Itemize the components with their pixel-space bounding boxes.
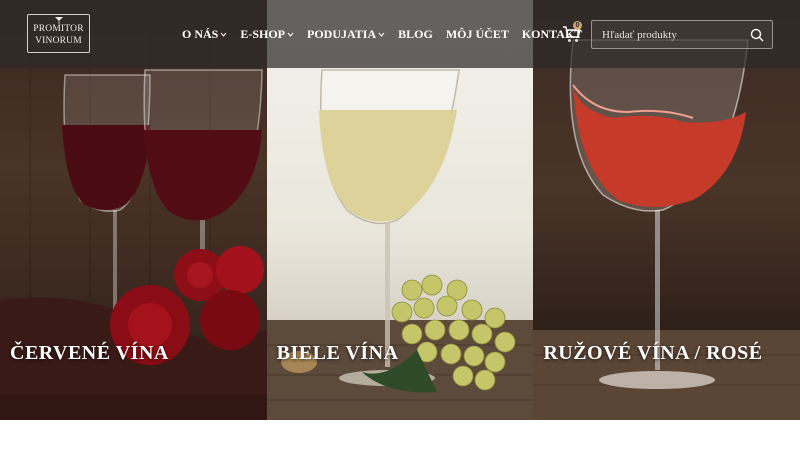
cart-button[interactable]: 0 — [562, 21, 582, 43]
nav-item-e-shop[interactable]: E-SHOP — [240, 27, 294, 42]
nav-label: PODUJATIA — [307, 26, 377, 41]
search-input[interactable] — [592, 21, 742, 48]
category-label-rose: RUŽOVÉ VÍNA / ROSÉ — [543, 342, 763, 364]
nav-item-o-nas[interactable]: O NÁS — [182, 27, 227, 42]
category-label-white: BIELE VÍNA — [276, 342, 399, 364]
nav-item-moj-ucet[interactable]: MÔJ ÚČET — [446, 27, 509, 42]
cart-count-badge: 0 — [573, 21, 582, 30]
nav-label: BLOG — [398, 26, 433, 41]
search-icon[interactable] — [750, 28, 764, 42]
wine-glass-icon — [55, 17, 63, 24]
logo-line-2: VINORUM — [35, 36, 82, 46]
nav-item-blog[interactable]: BLOG — [398, 27, 433, 42]
main-nav: O NÁS E-SHOP PODUJATIA BLOG MÔJ ÚČET KON… — [182, 0, 595, 68]
nav-label: E-SHOP — [240, 26, 286, 41]
site-header: PROMITOR VINORUM O NÁS E-SHOP PODUJATIA … — [0, 0, 800, 68]
logo-line-1: PROMITOR — [33, 24, 84, 34]
chevron-down-icon — [287, 32, 294, 37]
nav-label: O NÁS — [182, 26, 219, 41]
nav-item-podujatia[interactable]: PODUJATIA — [307, 27, 385, 42]
product-search — [591, 20, 773, 49]
chevron-down-icon — [378, 32, 385, 37]
nav-label: MÔJ ÚČET — [445, 26, 509, 41]
chevron-down-icon — [220, 32, 227, 37]
category-label-red: ČERVENÉ VÍNA — [10, 342, 169, 364]
brand-logo[interactable]: PROMITOR VINORUM — [27, 14, 90, 53]
